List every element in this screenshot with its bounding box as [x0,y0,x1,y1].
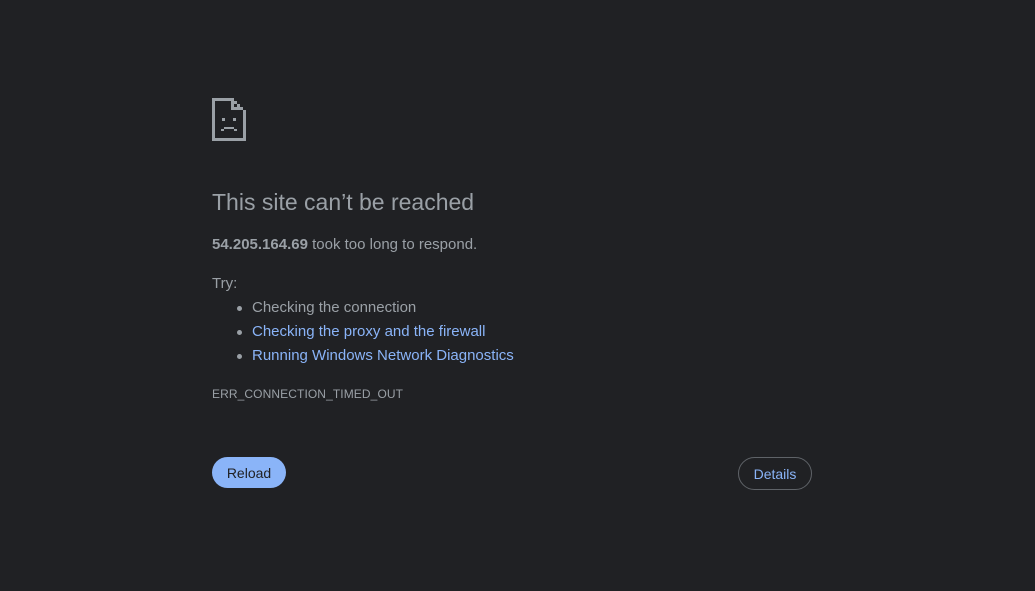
suggestion-link-proxy-firewall[interactable]: Checking the proxy and the firewall [252,323,485,340]
suggestion-item: Running Windows Network Diagnostics [237,344,514,368]
suggestion-item: Checking the connection [237,296,514,320]
try-label: Try: [212,275,238,292]
sad-document-icon [212,98,246,141]
suggestions-list: Checking the connection Checking the pro… [212,296,514,368]
suggestion-check-connection: Checking the connection [252,299,417,316]
details-button[interactable]: Details [738,457,812,490]
error-host: 54.205.164.69 [212,236,308,253]
error-summary-suffix: took too long to respond. [307,236,478,253]
suggestion-link-network-diagnostics[interactable]: Running Windows Network Diagnostics [252,347,514,364]
error-code: ERR_CONNECTION_TIMED_OUT [212,387,404,401]
error-summary: 54.205.164.69 took too long to respond. [212,234,477,256]
reload-button[interactable]: Reload [212,457,286,488]
error-title: This site can’t be reached [212,189,475,215]
suggestion-item: Checking the proxy and the firewall [237,320,514,344]
